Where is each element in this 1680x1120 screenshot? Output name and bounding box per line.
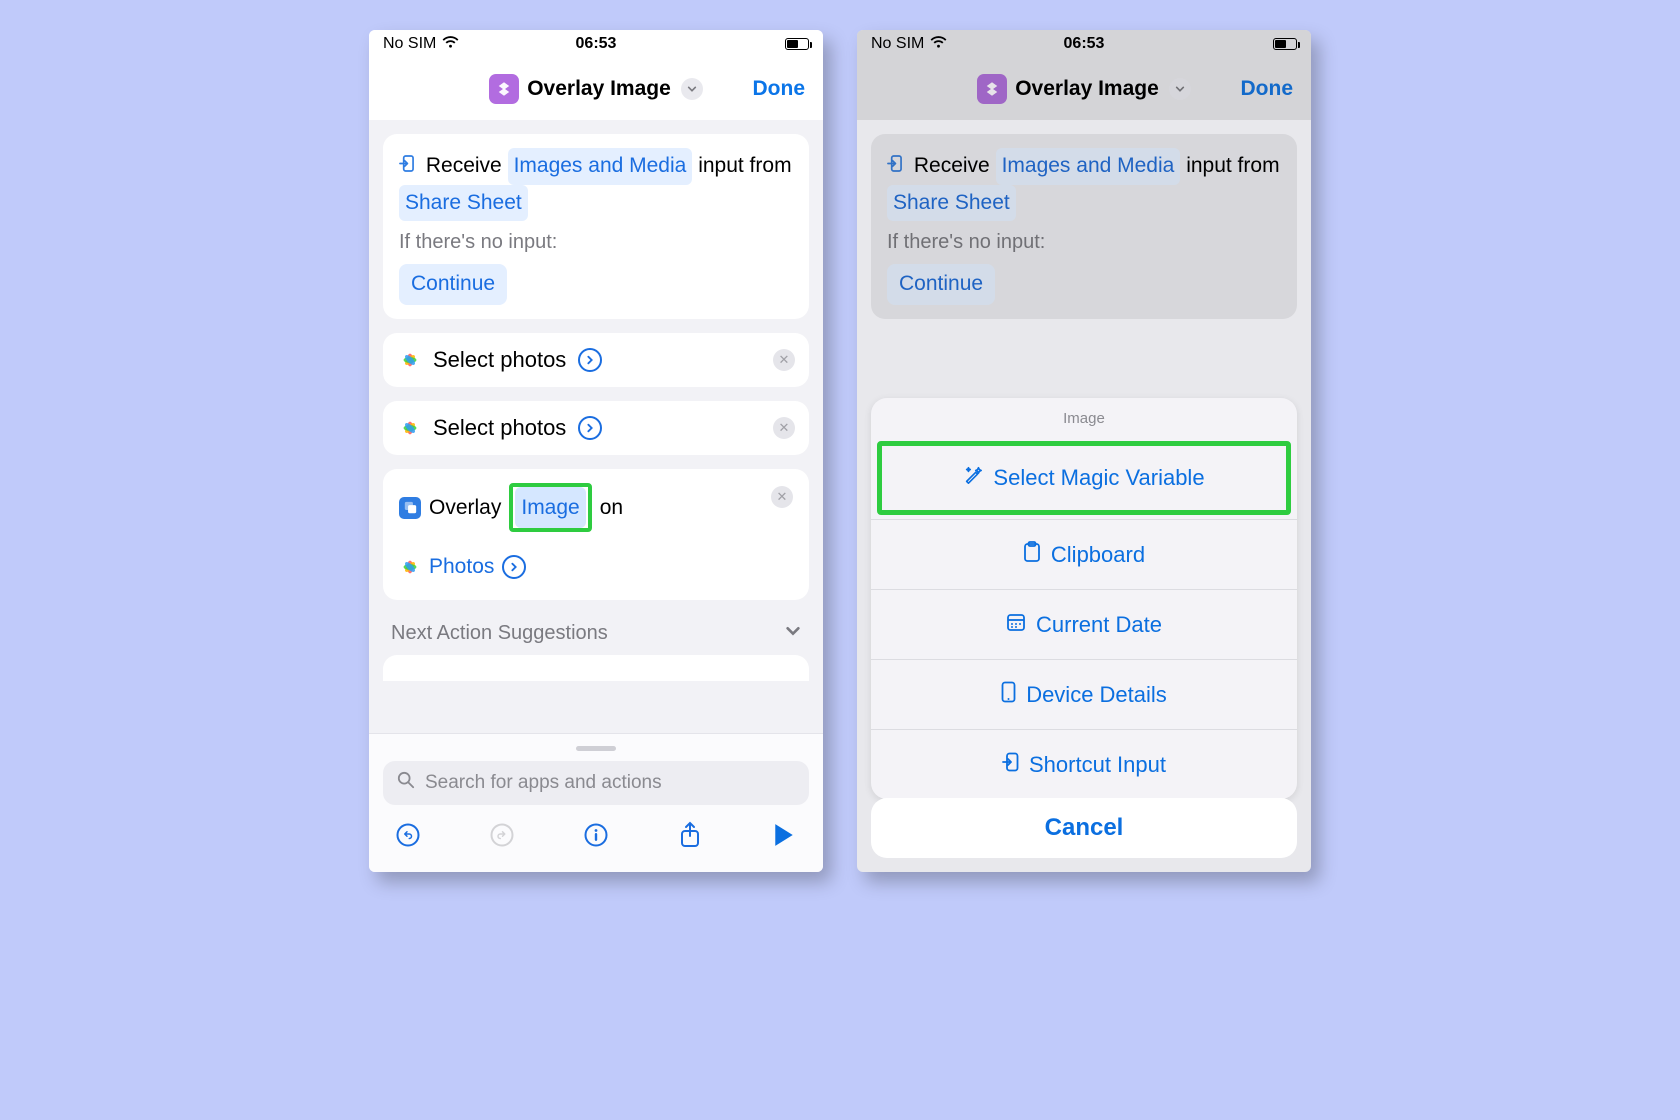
phone-left: No SIM 06:53 Overlay Image Done (369, 30, 823, 872)
carrier-label: No SIM (383, 35, 436, 53)
remove-action-icon[interactable]: ✕ (773, 349, 795, 371)
select-photos-row-1[interactable]: Select photos ✕ (383, 333, 809, 387)
expand-chevron-icon[interactable] (578, 348, 602, 372)
photos-app-icon (399, 556, 421, 578)
source-token[interactable]: Share Sheet (399, 185, 528, 222)
undo-icon[interactable] (393, 822, 423, 855)
expand-chevron-icon[interactable] (502, 555, 526, 579)
battery-icon (1273, 38, 1297, 50)
fallback-button: Continue (887, 264, 995, 305)
from-label: input from (698, 154, 791, 177)
receive-card-dimmed: Receive Images and Media input from Shar… (871, 134, 1297, 319)
input-type-token[interactable]: Images and Media (508, 148, 693, 185)
shortcut-app-icon (489, 74, 519, 104)
sheet-item-label: Current Date (1036, 612, 1162, 638)
workflow-scroll[interactable]: Receive Images and Media input from Shar… (369, 120, 823, 705)
sheet-item-label: Device Details (1026, 682, 1167, 708)
info-icon[interactable] (581, 822, 611, 855)
battery-icon (785, 38, 809, 50)
chevron-down-icon (785, 622, 801, 645)
clock-label: 06:53 (525, 35, 667, 53)
chevron-down-icon (1169, 78, 1191, 100)
photos-app-icon (399, 349, 421, 371)
suggestion-peek (383, 655, 809, 681)
receive-card[interactable]: Receive Images and Media input from Shar… (383, 134, 809, 319)
clipboard-icon (1023, 541, 1041, 569)
photos-variable[interactable]: Photos (429, 548, 494, 586)
status-bar: No SIM 06:53 (857, 30, 1311, 58)
suggestions-header[interactable]: Next Action Suggestions (383, 614, 809, 655)
input-type-token: Images and Media (996, 148, 1181, 185)
highlight-box: Image (509, 483, 591, 533)
select-photos-label: Select photos (433, 415, 566, 441)
carrier-label: No SIM (871, 35, 924, 53)
expand-chevron-icon[interactable] (578, 416, 602, 440)
device-details-item[interactable]: Device Details (871, 659, 1297, 729)
wifi-icon (930, 36, 947, 53)
overlay-card[interactable]: Overlay Image on ✕ Photos (383, 469, 809, 601)
search-placeholder: Search for apps and actions (425, 772, 662, 794)
input-arrow-icon (399, 150, 414, 183)
clipboard-item[interactable]: Clipboard (871, 519, 1297, 589)
page-title: Overlay Image (1015, 77, 1159, 101)
input-arrow-icon (1002, 752, 1019, 778)
redo-icon (487, 822, 517, 855)
source-token: Share Sheet (887, 185, 1016, 222)
drag-grabber[interactable] (576, 746, 616, 751)
noinput-label: If there's no input: (887, 227, 1281, 258)
current-date-item[interactable]: Current Date (871, 589, 1297, 659)
receive-label: Receive (914, 154, 990, 177)
remove-action-icon[interactable]: ✕ (773, 417, 795, 439)
overlay-action-icon (399, 497, 421, 519)
share-icon[interactable] (675, 821, 705, 856)
select-photos-row-2[interactable]: Select photos ✕ (383, 401, 809, 455)
done-button: Done (1241, 77, 1294, 101)
select-magic-variable-item[interactable]: Select Magic Variable (877, 441, 1291, 515)
magic-wand-icon (963, 465, 983, 491)
fallback-button[interactable]: Continue (399, 264, 507, 305)
noinput-label: If there's no input: (399, 227, 793, 258)
search-input[interactable]: Search for apps and actions (383, 761, 809, 805)
image-token[interactable]: Image (515, 487, 585, 529)
variable-action-sheet: Image Select Magic Variable Clipboard Cu… (871, 398, 1297, 799)
play-icon[interactable] (769, 823, 799, 854)
page-title: Overlay Image (527, 77, 671, 101)
on-label: on (600, 489, 623, 527)
sheet-item-label: Shortcut Input (1029, 752, 1166, 778)
cancel-button[interactable]: Cancel (871, 798, 1297, 858)
photos-app-icon (399, 417, 421, 439)
shortcut-input-item[interactable]: Shortcut Input (871, 729, 1297, 799)
phone-device-icon (1001, 681, 1016, 709)
sheet-item-label: Select Magic Variable (993, 465, 1204, 491)
nav-bar: Overlay Image Done (369, 58, 823, 120)
overlay-verb: Overlay (429, 489, 501, 527)
nav-bar: Overlay Image Done (857, 58, 1311, 120)
from-label: input from (1186, 154, 1279, 177)
clock-label: 06:53 (1013, 35, 1155, 53)
chevron-down-icon[interactable] (681, 78, 703, 100)
select-photos-label: Select photos (433, 347, 566, 373)
sheet-item-label: Clipboard (1051, 542, 1145, 568)
status-bar: No SIM 06:53 (369, 30, 823, 58)
calendar-icon (1006, 612, 1026, 638)
receive-label: Receive (426, 154, 502, 177)
suggestions-label: Next Action Suggestions (391, 622, 608, 645)
shortcut-app-icon (977, 74, 1007, 104)
phone-right: No SIM 06:53 Overlay Image (857, 30, 1311, 872)
wifi-icon (442, 36, 459, 53)
done-button[interactable]: Done (753, 77, 806, 101)
bottom-dock: Search for apps and actions (369, 733, 823, 872)
search-icon (397, 771, 415, 795)
remove-action-icon[interactable]: ✕ (771, 486, 793, 508)
sheet-title: Image (871, 398, 1297, 437)
input-arrow-icon (887, 150, 902, 183)
